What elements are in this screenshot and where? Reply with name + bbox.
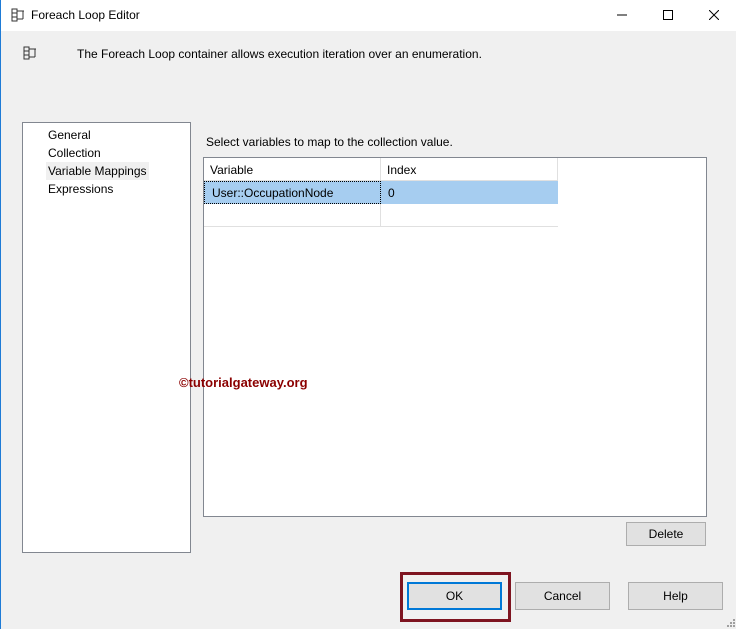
instruction-label: Select variables to map to the collectio…: [206, 135, 453, 149]
delete-button[interactable]: Delete: [626, 522, 706, 546]
window-title: Foreach Loop Editor: [31, 8, 140, 22]
maximize-icon: [663, 10, 673, 20]
close-button[interactable]: [691, 0, 736, 30]
empty-row[interactable]: [204, 204, 558, 227]
ok-button[interactable]: OK: [407, 582, 502, 610]
page-nav-list: General Collection Variable Mappings Exp…: [22, 122, 191, 553]
foreach-container-icon: [23, 46, 36, 60]
table-row[interactable]: User::OccupationNode 0: [204, 181, 558, 204]
cancel-button[interactable]: Cancel: [515, 582, 610, 610]
column-header-variable[interactable]: Variable: [204, 158, 381, 181]
nav-item-general[interactable]: General: [48, 126, 91, 144]
nav-item-expressions[interactable]: Expressions: [48, 180, 113, 198]
minimize-button[interactable]: [599, 0, 645, 30]
column-divider: [380, 204, 381, 227]
watermark: ©tutorialgateway.org: [179, 375, 308, 390]
index-cell[interactable]: 0: [381, 181, 558, 204]
column-header-index[interactable]: Index: [381, 158, 558, 181]
minimize-icon: [617, 14, 627, 16]
variable-cell[interactable]: User::OccupationNode: [204, 181, 381, 204]
description-text: The Foreach Loop container allows execut…: [77, 47, 482, 61]
resize-grip-icon[interactable]: [726, 618, 736, 628]
variable-mapping-grid: Variable Index User::OccupationNode 0: [203, 157, 707, 517]
maximize-button[interactable]: [645, 0, 691, 30]
foreach-container-icon: [11, 8, 24, 22]
nav-item-collection[interactable]: Collection: [48, 144, 101, 162]
close-icon: [709, 10, 719, 20]
help-button[interactable]: Help: [628, 582, 723, 610]
title-bar: Foreach Loop Editor: [1, 0, 736, 31]
nav-item-variable-mappings[interactable]: Variable Mappings: [46, 162, 149, 180]
